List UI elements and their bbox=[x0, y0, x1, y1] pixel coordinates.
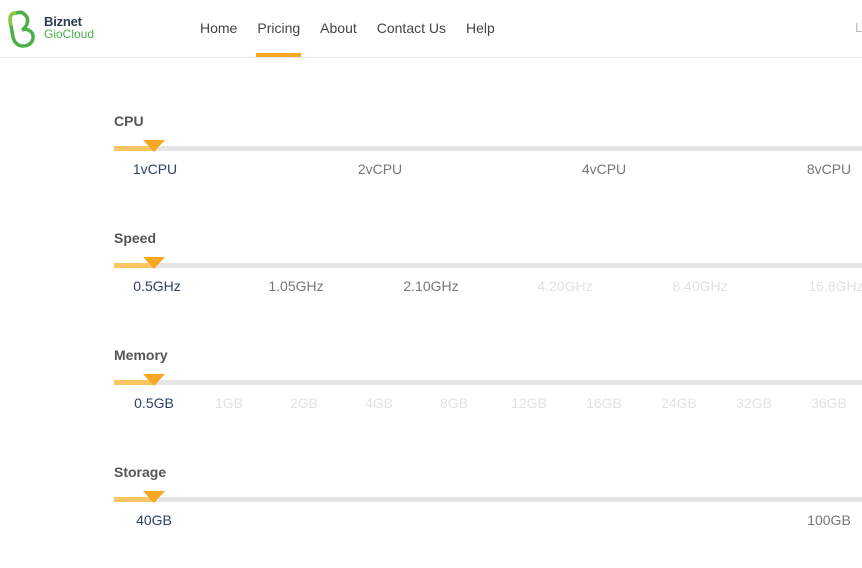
storage-slider-handle[interactable] bbox=[143, 491, 165, 503]
cpu-slider-track[interactable] bbox=[114, 140, 862, 152]
cpu-title: CPU bbox=[114, 113, 144, 129]
storage-option[interactable]: 100GB bbox=[807, 512, 851, 528]
header-right-link[interactable]: L bbox=[855, 20, 862, 35]
cpu-option[interactable]: 8vCPU bbox=[807, 161, 851, 177]
speed-slider-track[interactable] bbox=[114, 257, 862, 269]
nav-home[interactable]: Home bbox=[190, 0, 247, 57]
memory-slider-handle[interactable] bbox=[143, 374, 165, 386]
cpu-option[interactable]: 1vCPU bbox=[133, 161, 177, 177]
speed-option: 8.40GHz bbox=[672, 278, 728, 294]
main-nav: Home Pricing About Contact Us Help bbox=[190, 0, 505, 57]
speed-option: 4.20GHz bbox=[537, 278, 593, 294]
memory-option: 4GB bbox=[364, 395, 394, 411]
cpu-option[interactable]: 2vCPU bbox=[358, 161, 402, 177]
memory-slider-track[interactable] bbox=[114, 374, 862, 386]
header: Biznet GioCloud Home Pricing About Conta… bbox=[0, 0, 862, 58]
memory-option: 12GB bbox=[511, 395, 547, 411]
brand-product: GioCloud bbox=[44, 27, 95, 41]
nav-help[interactable]: Help bbox=[456, 0, 505, 57]
storage-title: Storage bbox=[114, 464, 167, 480]
speed-title: Speed bbox=[114, 230, 157, 246]
speed-slider-handle[interactable] bbox=[143, 257, 165, 269]
nav-contact-us[interactable]: Contact Us bbox=[367, 0, 456, 57]
memory-option: 32GB bbox=[736, 395, 772, 411]
memory-title: Memory bbox=[114, 347, 168, 363]
cpu-slider-handle[interactable] bbox=[143, 140, 165, 152]
speed-option[interactable]: 2.10GHz bbox=[403, 278, 458, 294]
storage-option[interactable]: 40GB bbox=[136, 512, 172, 528]
memory-option[interactable]: 0.5GB bbox=[134, 395, 174, 411]
brand-logo[interactable]: Biznet GioCloud bbox=[8, 8, 108, 48]
memory-option: 2GB bbox=[289, 395, 319, 411]
memory-option: 36GB bbox=[811, 395, 847, 411]
biznet-logo-icon bbox=[8, 10, 35, 48]
storage-slider-track[interactable] bbox=[114, 491, 862, 503]
memory-option: 1GB bbox=[214, 395, 244, 411]
nav-about[interactable]: About bbox=[310, 0, 367, 57]
memory-option: 16GB bbox=[586, 395, 622, 411]
nav-pricing[interactable]: Pricing bbox=[247, 0, 310, 57]
memory-option: 24GB bbox=[661, 395, 697, 411]
cpu-option[interactable]: 4vCPU bbox=[582, 161, 626, 177]
memory-option: 8GB bbox=[439, 395, 469, 411]
speed-option[interactable]: 1.05GHz bbox=[268, 278, 323, 294]
speed-option: 16.8GHz bbox=[808, 278, 862, 294]
speed-option[interactable]: 0.5GHz bbox=[133, 278, 180, 294]
